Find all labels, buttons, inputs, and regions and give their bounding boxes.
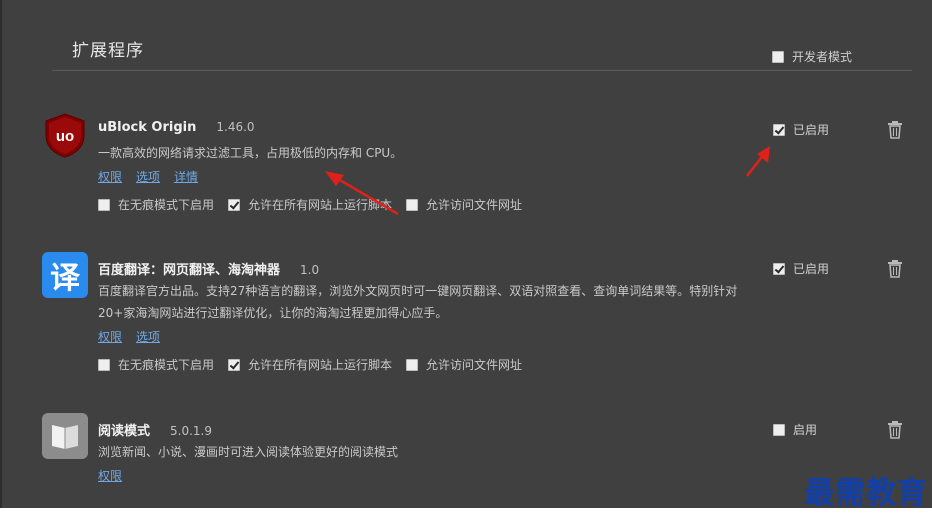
extension-version: 5.0.1.9 (170, 424, 212, 438)
open-book-icon (52, 425, 78, 449)
incognito-label: 在无痕模式下启用 (118, 358, 215, 372)
svg-text:uo: uo (56, 128, 74, 145)
file-url-access-checkbox[interactable] (406, 198, 419, 211)
incognito-option[interactable]: 在无痕模式下启用 (98, 356, 214, 373)
extension-name: 百度翻译：网页翻译、海淘神器 (98, 263, 281, 278)
permissions-link[interactable]: 权限 (98, 168, 122, 185)
enable-toggle[interactable]: 启用 (773, 421, 817, 438)
trash-icon[interactable] (887, 421, 903, 439)
enable-toggle[interactable]: 已启用 (773, 260, 829, 277)
enabled-label: 启用 (793, 423, 818, 437)
ublock-origin-icon: uo (45, 113, 85, 158)
enabled-label: 已启用 (793, 123, 830, 137)
all-sites-script-checkbox[interactable] (228, 198, 241, 211)
extension-description: 百度翻译官方出品。支持27种语言的翻译，浏览外文网页时可一键网页翻译、双语对照查… (98, 284, 738, 320)
all-sites-script-option[interactable]: 允许在所有网站上运行脚本 (228, 356, 392, 373)
file-url-access-option[interactable]: 允许访问文件网址 (406, 356, 522, 373)
extension-name: 阅读模式 (98, 424, 151, 439)
all-sites-script-option[interactable]: 允许在所有网站上运行脚本 (228, 196, 392, 213)
file-url-access-label: 允许访问文件网址 (426, 198, 523, 212)
incognito-label: 在无痕模式下启用 (118, 198, 215, 212)
trash-icon[interactable] (887, 121, 903, 139)
permissions-link[interactable]: 权限 (98, 467, 122, 484)
all-sites-script-label: 允许在所有网站上运行脚本 (248, 358, 393, 372)
options-link[interactable]: 选项 (136, 328, 160, 345)
options-link[interactable]: 选项 (136, 168, 160, 185)
incognito-checkbox[interactable] (98, 358, 110, 371)
extension-name: uBlock Origin (98, 120, 197, 135)
developer-mode-checkbox[interactable] (772, 50, 784, 63)
incognito-checkbox[interactable] (98, 198, 110, 211)
permissions-link[interactable]: 权限 (98, 328, 122, 345)
translate-glyph: 译 (50, 261, 80, 296)
header-divider (52, 70, 912, 71)
incognito-option[interactable]: 在无痕模式下启用 (98, 196, 214, 213)
enabled-label: 已启用 (793, 262, 830, 276)
developer-mode-toggle[interactable]: 开发者模式 (772, 48, 852, 65)
file-url-access-label: 允许访问文件网址 (426, 358, 523, 372)
extension-version: 1.0 (300, 263, 320, 277)
enabled-checkbox[interactable] (773, 123, 785, 136)
trash-icon[interactable] (887, 260, 903, 278)
extensions-panel: 扩展程序 开发者模式 uo uBlock Origin 1.46.0 一款高效的… (0, 0, 932, 508)
developer-mode-label: 开发者模式 (792, 50, 853, 64)
baidu-translate-icon: 译 (42, 252, 88, 298)
extension-description: 浏览新闻、小说、漫画时可进入阅读体验更好的阅读模式 (98, 445, 399, 459)
extension-description: 一款高效的网络请求过滤工具，占用极低的内存和 CPU。 (98, 146, 403, 160)
extension-version: 1.46.0 (216, 120, 255, 134)
page-title: 扩展程序 (72, 41, 144, 61)
enabled-checkbox[interactable] (773, 423, 785, 436)
all-sites-script-label: 允许在所有网站上运行脚本 (248, 198, 393, 212)
file-url-access-checkbox[interactable] (406, 358, 419, 371)
details-link[interactable]: 详情 (174, 168, 198, 185)
watermark: 最需教育 (804, 476, 928, 511)
all-sites-script-checkbox[interactable] (228, 358, 241, 371)
enabled-checkbox[interactable] (773, 262, 785, 275)
enable-toggle[interactable]: 已启用 (773, 121, 829, 138)
file-url-access-option[interactable]: 允许访问文件网址 (406, 196, 522, 213)
reader-mode-icon (42, 413, 88, 459)
